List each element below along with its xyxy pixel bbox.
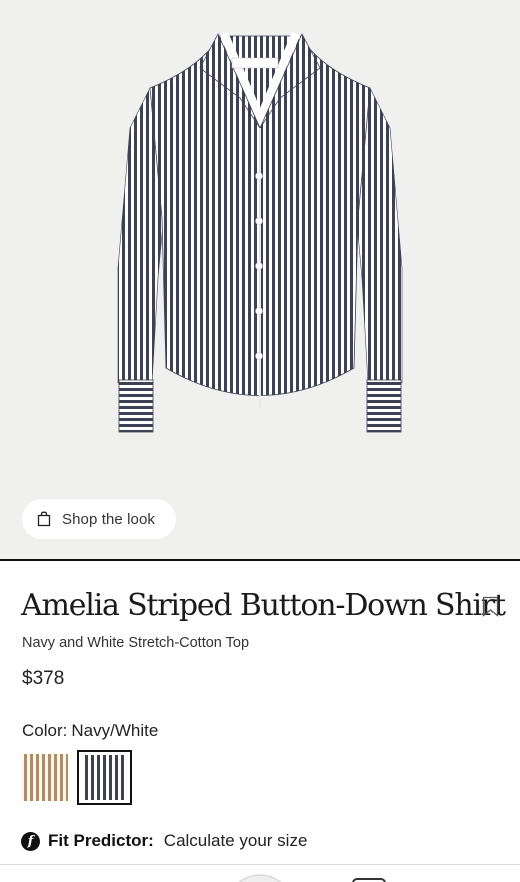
- product-price: $378: [22, 668, 65, 689]
- color-label-text: Color:: [22, 721, 68, 740]
- bottom-nav-item-partial[interactable]: [236, 870, 284, 882]
- product-title: Amelia Striped Button-Down Shirt: [21, 588, 506, 623]
- color-label: Color: Navy/White: [22, 721, 158, 741]
- fit-predictor-text: Calculate your size: [163, 831, 308, 850]
- swatch-navy-white[interactable]: [77, 750, 132, 805]
- product-image-area[interactable]: Shop the look: [0, 0, 520, 559]
- divider: [0, 559, 520, 561]
- swatch-navy-white-fill: [82, 755, 127, 800]
- bottom-nav-item-partial-2[interactable]: [352, 870, 386, 882]
- bottom-divider: [0, 864, 520, 865]
- shopping-bag-icon: [37, 511, 51, 527]
- fit-predictor-icon: f: [21, 831, 40, 851]
- fit-predictor-link[interactable]: f Fit Predictor: Calculate your size: [21, 831, 307, 851]
- swatch-tan-white[interactable]: [21, 754, 68, 801]
- bookmark-icon[interactable]: [482, 596, 499, 617]
- shop-the-look-button[interactable]: Shop the look: [22, 499, 176, 539]
- product-image-shirt: [117, 32, 403, 433]
- color-value: Navy/White: [71, 721, 159, 740]
- shop-the-look-label: Shop the look: [62, 510, 156, 528]
- fit-predictor-title: Fit Predictor:: [48, 831, 154, 850]
- product-subtitle: Navy and White Stretch-Cotton Top: [22, 635, 250, 651]
